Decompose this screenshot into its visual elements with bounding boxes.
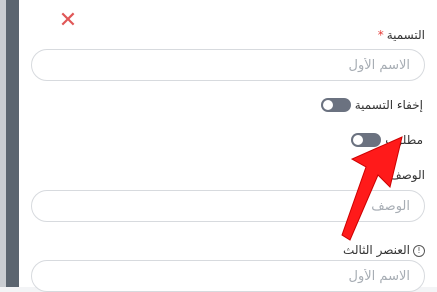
close-icon[interactable]: ✕: [57, 10, 79, 32]
third-element-field[interactable]: [31, 260, 425, 292]
required-star: *: [377, 28, 384, 42]
name-input[interactable]: [32, 50, 424, 80]
name-label: التسمية*: [378, 28, 425, 42]
annotation-arrow-icon: [341, 136, 403, 241]
hide-label-toggle[interactable]: [320, 98, 351, 112]
name-field[interactable]: [31, 49, 425, 81]
info-icon: !: [413, 244, 425, 257]
background-sidebar: [0, 0, 19, 287]
hide-label-toggle-row: إخفاء التسمية: [320, 96, 423, 114]
hide-label-toggle-label: إخفاء التسمية: [354, 98, 423, 112]
name-label-text: التسمية: [386, 28, 425, 42]
